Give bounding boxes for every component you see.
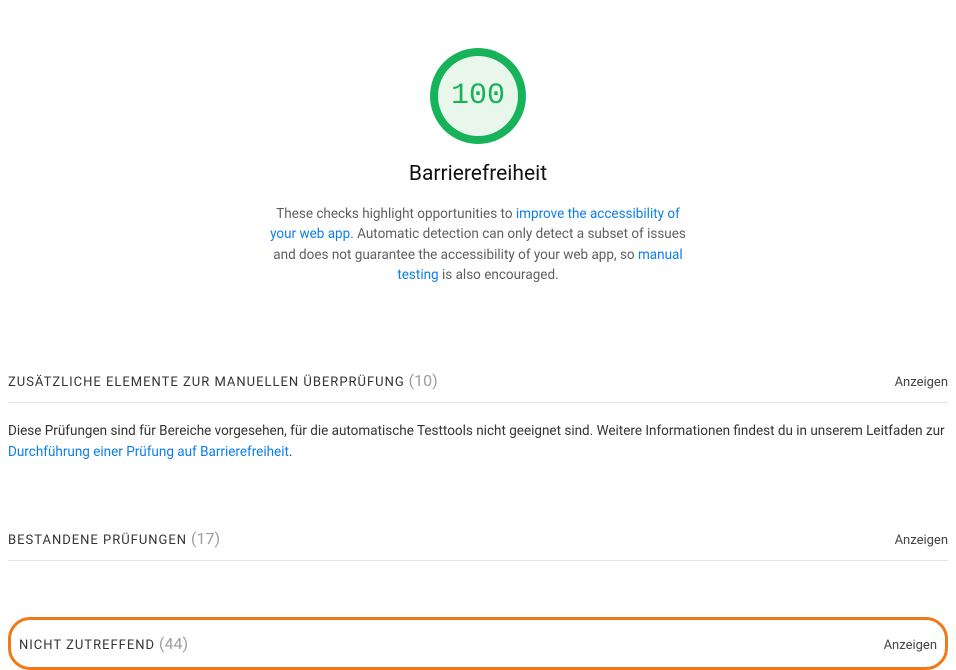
section-body-manual: Diese Prüfungen sind für Bereiche vorges… [8, 403, 948, 463]
score-value: 100 [451, 79, 505, 113]
section-toggle-passed[interactable]: Anzeigen [895, 533, 948, 548]
manual-body-suffix: . [289, 444, 293, 460]
manual-body-prefix: Diese Prüfungen sind für Bereiche vorges… [8, 423, 945, 439]
section-header-manual[interactable]: ZUSÄTZLICHE ELEMENTE ZUR MANUELLEN ÜBERP… [8, 361, 948, 403]
score-header: 100 Barrierefreiheit These checks highli… [8, 0, 948, 305]
accessibility-guide-link[interactable]: Durchführung einer Prüfung auf Barrieref… [8, 444, 289, 460]
section-toggle-na[interactable]: Anzeigen [884, 638, 937, 653]
section-count-na: (44) [159, 634, 188, 653]
section-toggle-manual[interactable]: Anzeigen [895, 375, 948, 390]
category-description: These checks highlight opportunities to … [268, 204, 688, 285]
category-title: Barrierefreiheit [8, 162, 948, 186]
section-passed-audits: BESTANDENE PRÜFUNGEN (17) Anzeigen [8, 519, 948, 561]
section-manual-checks: ZUSÄTZLICHE ELEMENTE ZUR MANUELLEN ÜBERP… [8, 361, 948, 463]
desc-text-suffix: is also encouraged. [439, 267, 559, 283]
section-header-na[interactable]: NICHT ZUTREFFEND (44) Anzeigen [19, 620, 937, 667]
section-count-manual: (10) [409, 371, 438, 390]
desc-text-prefix: These checks highlight opportunities to [276, 206, 516, 222]
section-header-passed[interactable]: BESTANDENE PRÜFUNGEN (17) Anzeigen [8, 519, 948, 561]
section-not-applicable-highlighted: NICHT ZUTREFFEND (44) Anzeigen [8, 617, 948, 670]
section-title-manual: ZUSÄTZLICHE ELEMENTE ZUR MANUELLEN ÜBERP… [8, 375, 405, 390]
accessibility-report: 100 Barrierefreiheit These checks highli… [0, 0, 956, 670]
section-title-passed: BESTANDENE PRÜFUNGEN [8, 533, 187, 548]
section-count-passed: (17) [191, 529, 220, 548]
score-gauge: 100 [430, 48, 526, 144]
section-title-na: NICHT ZUTREFFEND [19, 638, 155, 653]
